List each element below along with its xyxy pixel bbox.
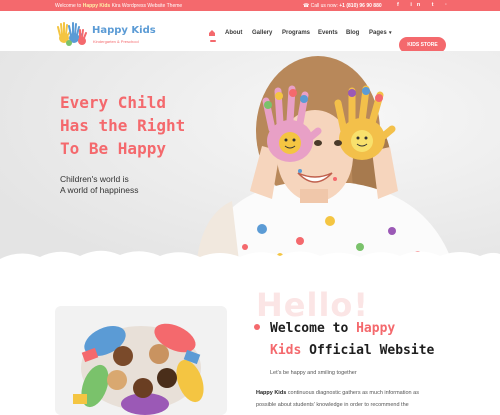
call-label: Call us now:	[310, 3, 338, 9]
more-social-icon[interactable]: ·	[445, 2, 452, 8]
brand-subtitle: Kindergarten & Preschool	[93, 39, 139, 44]
body-text-line-2: possible about students' knowledge in or…	[256, 402, 409, 408]
welcome-heading: Welcome to Happy Kids Official Website	[254, 318, 435, 362]
bullet-dot-icon	[254, 324, 260, 330]
linkedin-icon[interactable]: in	[410, 2, 425, 8]
site-header: Happy Kids Kindergarten & Preschool Abou…	[0, 11, 500, 53]
nav-gallery[interactable]: Gallery	[252, 30, 272, 36]
body-brand: Happy Kids	[256, 390, 287, 396]
phone-icon: ☎	[303, 3, 310, 9]
twitter-icon[interactable]: t	[432, 2, 439, 8]
chevron-down-icon[interactable]: ▾	[389, 30, 392, 36]
welcome-message: Welcome to Happy Kids Kira Wordpress Web…	[55, 3, 182, 9]
hands-logo-icon[interactable]	[57, 21, 87, 47]
hero-headline-line-2: Has the Right	[60, 116, 186, 135]
hero-headline-line-3: To Be Happy	[60, 139, 166, 158]
kids-reading-photo	[55, 306, 227, 415]
welcome-heading-part-2: Official Website	[301, 343, 435, 358]
home-icon	[209, 30, 215, 36]
nav-home[interactable]	[208, 29, 216, 39]
brand-title[interactable]: Happy Kids	[92, 25, 156, 36]
hero-subtext-line-1: Children's world is	[60, 174, 129, 184]
facebook-icon[interactable]: f	[397, 2, 404, 8]
hero-subtext: Children's world is A world of happiness	[60, 174, 138, 196]
hero-photo-girl	[0, 51, 500, 270]
welcome-heading-part-1: Welcome to	[270, 321, 357, 336]
welcome-tagline: Let's be happy and smiling together	[270, 370, 357, 376]
hero-subtext-line-2: A world of happiness	[60, 185, 139, 195]
welcome-prefix: Welcome to	[55, 3, 82, 9]
welcome-heading-brand-2: Kids	[270, 343, 302, 358]
phone-number[interactable]: +1 (810) 96 90 880	[339, 3, 381, 9]
body-text-line-1: continuous diagnostic gathers as much in…	[286, 390, 419, 396]
welcome-section: Hello! Welcome to Happy Kids Official We…	[0, 270, 500, 415]
call-info: ☎ Call us now: +1 (810) 96 90 880	[303, 3, 382, 9]
welcome-body-text: Happy Kids continuous diagnostic gathers…	[256, 387, 446, 411]
nav-programs[interactable]: Programs	[282, 30, 310, 36]
hero-section: Every Child Has the Right To Be Happy Ch…	[0, 51, 500, 270]
top-bar: Welcome to Happy Kids Kira Wordpress Web…	[0, 0, 500, 11]
nav-about[interactable]: About	[225, 30, 242, 36]
social-links: f in t ·	[397, 2, 452, 8]
hero-headline-line-1: Every Child	[60, 93, 166, 112]
nav-pages[interactable]: Pages	[369, 30, 387, 36]
welcome-suffix: Kira Wordpress Website Theme	[111, 3, 183, 9]
welcome-heading-brand-1: Happy	[356, 321, 396, 336]
nav-active-indicator	[210, 40, 216, 42]
hero-headline: Every Child Has the Right To Be Happy	[60, 91, 185, 160]
welcome-brand: Happy Kids	[82, 3, 111, 9]
nav-blog[interactable]: Blog	[346, 30, 359, 36]
nav-events[interactable]: Events	[318, 30, 338, 36]
